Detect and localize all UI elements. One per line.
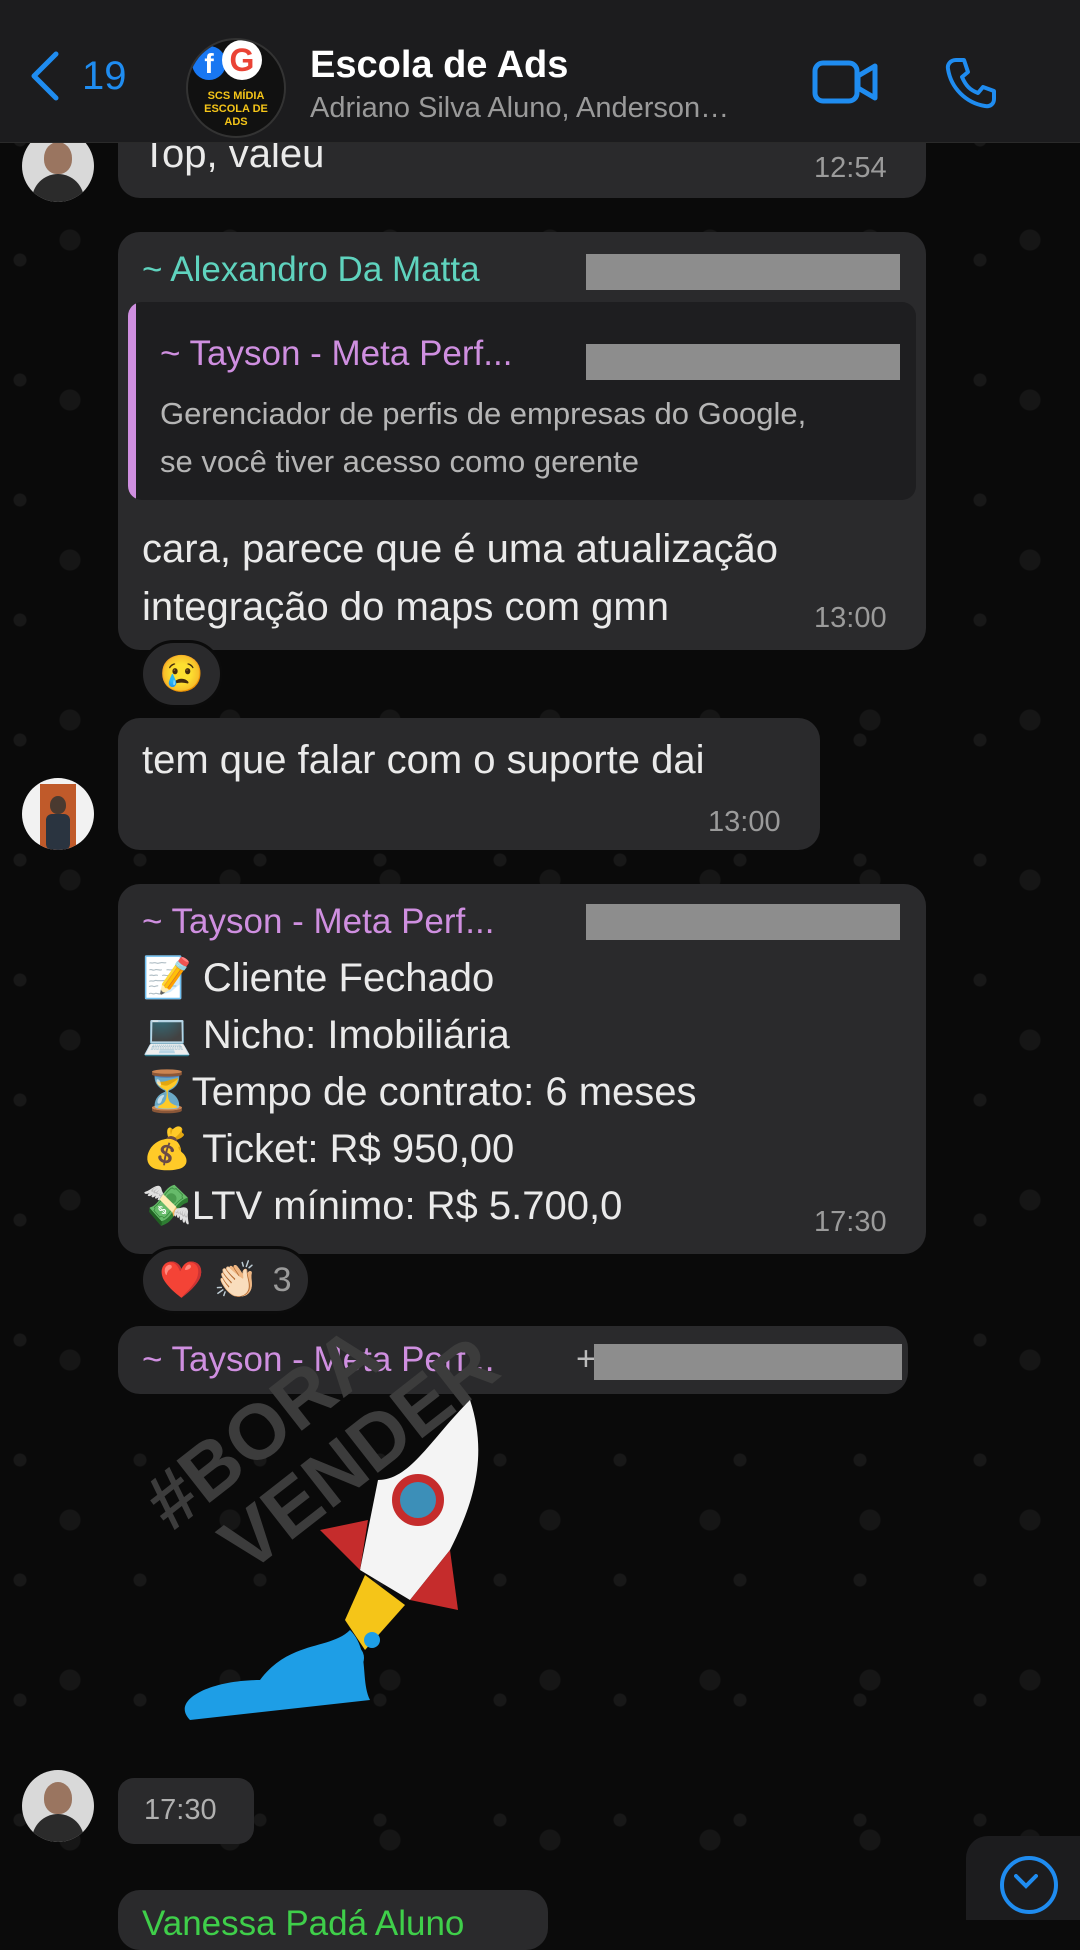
crying-face-emoji: 😢 bbox=[159, 653, 204, 694]
message-bubble[interactable]: tem que falar com o suporte dai 13:00 bbox=[118, 718, 820, 850]
sticker-time-badge: 17:30 bbox=[118, 1778, 254, 1844]
chevron-down-icon bbox=[1014, 1874, 1038, 1889]
unread-count: 19 bbox=[82, 53, 127, 98]
reaction-count: 3 bbox=[272, 1260, 292, 1299]
chat-header: 19 f G SCS MÍDIA ESCOLA DE ADS Escola de… bbox=[0, 0, 1080, 143]
message-text: tem que falar com o suporte dai bbox=[142, 738, 705, 782]
group-title[interactable]: Escola de Ads bbox=[310, 44, 568, 87]
chevron-left-icon bbox=[31, 51, 59, 101]
scroll-to-bottom-button[interactable] bbox=[966, 1836, 1080, 1920]
avatar-brand-text: SCS MÍDIA ESCOLA DE ADS bbox=[204, 90, 268, 128]
message-time: 12:54 bbox=[814, 152, 887, 184]
quote-text: Gerenciador de perfis de empresas do Goo… bbox=[160, 396, 807, 479]
redacted-phone bbox=[586, 254, 900, 290]
rocket-icon bbox=[184, 1400, 479, 1720]
message-time: 17:30 bbox=[814, 1206, 887, 1238]
message-text: 📝 Cliente Fechado 💻 Nicho: Imobiliária ⏳… bbox=[142, 956, 697, 1228]
sender-name[interactable]: ~ Alexandro Da Matta bbox=[142, 250, 480, 290]
plus-sign: + bbox=[576, 1340, 596, 1378]
heart-clap-emoji: ❤️ 👏🏻 bbox=[159, 1259, 259, 1300]
sticker-image[interactable]: #BORA VENDER bbox=[110, 1309, 530, 1780]
redacted-phone bbox=[594, 1344, 902, 1380]
message-bubble[interactable]: Vanessa Padá Aluno bbox=[118, 1890, 548, 1950]
sender-name[interactable]: ~ Tayson - Meta Perf... bbox=[142, 902, 494, 942]
facebook-logo-icon: f bbox=[192, 46, 226, 80]
message-bubble[interactable]: ~ Tayson - Meta Perf... 📝 Cliente Fechad… bbox=[118, 884, 926, 1254]
reaction-badge[interactable]: ❤️ 👏🏻 3 bbox=[140, 1246, 311, 1314]
phone-call-icon[interactable] bbox=[944, 56, 998, 110]
quote-accent-bar bbox=[128, 302, 136, 500]
message-text: cara, parece que é uma atualização integ… bbox=[142, 527, 778, 629]
redacted-phone bbox=[586, 904, 900, 940]
back-button[interactable]: 19 bbox=[28, 50, 127, 102]
video-call-icon[interactable] bbox=[812, 60, 878, 104]
message-time: 13:00 bbox=[814, 602, 887, 634]
avatar[interactable] bbox=[22, 778, 94, 850]
group-avatar[interactable]: f G SCS MÍDIA ESCOLA DE ADS bbox=[186, 38, 286, 138]
avatar[interactable] bbox=[22, 1770, 94, 1842]
quote-sender: ~ Tayson - Meta Perf... bbox=[160, 334, 513, 373]
message-bubble[interactable]: ~ Tayson - Meta Perf... + bbox=[118, 1326, 908, 1394]
reaction-badge[interactable]: 😢 bbox=[140, 640, 223, 708]
message-time: 13:00 bbox=[708, 806, 781, 838]
sender-name[interactable]: Vanessa Padá Aluno bbox=[142, 1904, 464, 1944]
google-logo-icon: G bbox=[222, 40, 262, 80]
message-bubble[interactable]: ~ Alexandro Da Matta ~ Tayson - Meta Per… bbox=[118, 232, 926, 650]
redacted-phone bbox=[586, 344, 900, 380]
group-members[interactable]: Adriano Silva Aluno, Anderson… bbox=[310, 92, 729, 125]
quoted-message[interactable]: ~ Tayson - Meta Perf... Gerenciador de p… bbox=[128, 302, 916, 500]
